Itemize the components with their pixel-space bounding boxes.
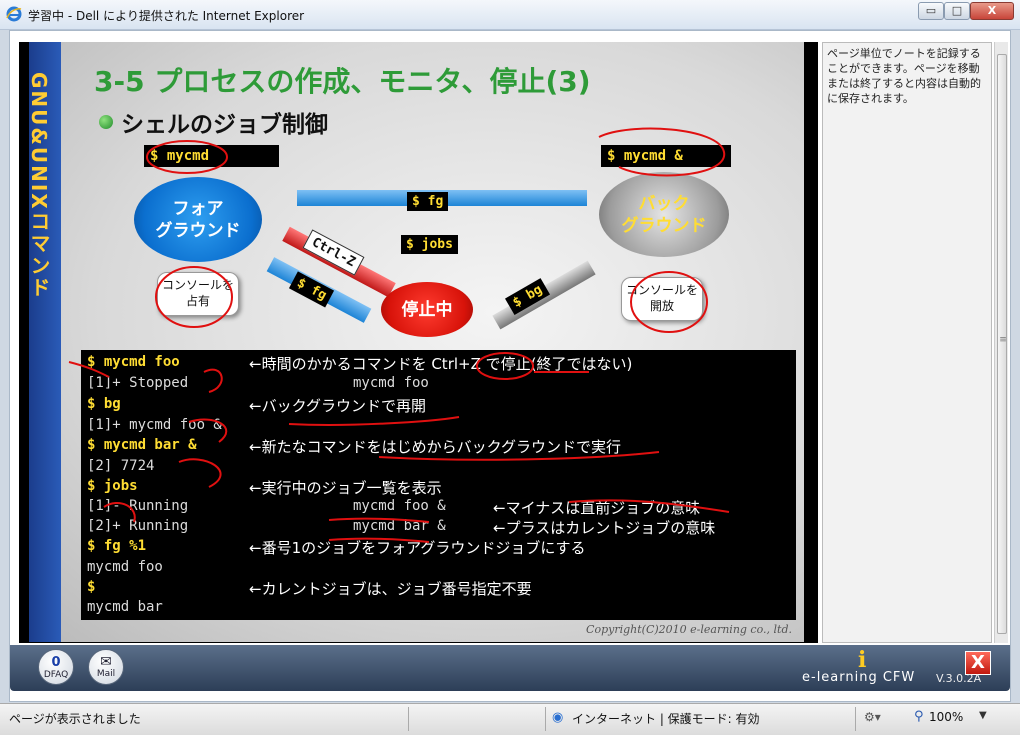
cloud-bg-line2: グラウンド — [621, 215, 707, 236]
mail-label: Mail — [96, 669, 116, 679]
notes-text: ページ単位でノートを記録することができます。ページを移動または終了すると内容は自… — [827, 47, 981, 105]
terminal-line: mycmd bar — [87, 599, 163, 615]
notes-panel[interactable]: ページ単位でノートを記録することができます。ページを移動または終了すると内容は自… — [822, 42, 992, 643]
cmd-foreground: $ mycmd — [144, 145, 279, 167]
browser-window: 学習中 - Dell により提供された Internet Explorer ▭ … — [0, 0, 1020, 735]
terminal-line: [1]- Running — [87, 498, 189, 514]
cloud-background: バック グラウンド — [599, 172, 729, 257]
version-label: V.3.0.2A — [936, 672, 982, 685]
terminal-explanation: ←マイナスは直前ジョブの意味 — [493, 499, 701, 517]
terminal-explanation: ←新たなコマンドをはじめからバックグラウンドで実行 — [249, 438, 621, 456]
player-toolbar: 0 DFAQ ✉ Mail i e-learning CFW X V.3.0.2… — [10, 645, 1010, 691]
note-fg-line2: 占有 — [185, 294, 210, 308]
mail-icon: ✉ — [100, 654, 112, 670]
terminal-explanation: ←プラスはカレントジョブの意味 — [493, 519, 716, 537]
terminal-line: $ mycmd foo — [87, 354, 180, 370]
status-divider — [855, 707, 856, 731]
terminal-line: [2]+ Running — [87, 518, 189, 534]
maximize-icon: □ — [951, 4, 963, 17]
grip-icon: ≡ — [999, 335, 1007, 345]
brand-label: e-learning CFW — [802, 670, 916, 685]
lecture-video[interactable]: GNU&UNIXコマンド 3-5 プロセスの作成、モニタ、停止(3) シェルのジ… — [19, 42, 818, 643]
chevron-down-icon[interactable]: ▼ — [979, 710, 987, 721]
notes-scrollbar[interactable]: ≡ — [994, 42, 1008, 643]
terminal-line: mycmd foo & — [353, 498, 446, 514]
terminal-line: [1]+ Stopped — [87, 375, 189, 391]
terminal-line: $ jobs — [87, 478, 138, 494]
dfaq-count: 0 — [51, 655, 61, 670]
slide-sidebar: GNU&UNIXコマンド — [27, 42, 61, 642]
terminal-line: [1]+ mycmd foo & — [87, 417, 222, 433]
protected-mode-icon[interactable]: ⚙▾ — [864, 710, 881, 724]
status-text: ページが表示されました — [9, 712, 141, 726]
copyright: Copyright(C)2010 e-learning co., ltd. — [586, 623, 792, 636]
cloud-fg-line1: フォア — [172, 198, 224, 219]
cloud-fg-line2: グラウンド — [155, 220, 241, 241]
terminal-explanation: ←番号1のジョブをフォアグラウンドジョブにする — [249, 539, 586, 557]
minimize-button[interactable]: ▭ — [918, 2, 944, 20]
terminal-line: $ bg — [87, 396, 121, 412]
terminal-line: mycmd bar & — [353, 518, 446, 534]
minimize-icon: ▭ — [925, 4, 937, 17]
slide-title: 3-5 プロセスの作成、モニタ、停止(3) — [94, 65, 591, 98]
note-bg-line1: コンソールを — [625, 283, 698, 297]
terminal-explanation: ←実行中のジョブ一覧を表示 — [249, 479, 442, 497]
terminal-example: $ mycmd foo [1]+ Stopped mycmd foo $ bg … — [81, 350, 796, 620]
title-bar: 学習中 - Dell により提供された Internet Explorer ▭ … — [0, 0, 1020, 30]
tag-jobs: $ jobs — [401, 235, 458, 254]
scrollbar-thumb[interactable]: ≡ — [997, 54, 1007, 634]
internet-explorer-icon — [6, 6, 22, 22]
close-button[interactable]: X — [970, 2, 1014, 20]
lecture-slide: GNU&UNIXコマンド 3-5 プロセスの作成、モニタ、停止(3) シェルのジ… — [27, 42, 804, 642]
terminal-line: [2] 7724 — [87, 458, 155, 474]
status-divider — [408, 707, 409, 731]
terminal-line: $ mycmd bar & — [87, 437, 197, 453]
tag-ctrlz: Ctrl-Z — [302, 229, 365, 276]
terminal-line: $ fg %1 — [87, 538, 147, 554]
mail-button[interactable]: ✉ Mail — [88, 649, 124, 685]
magnifier-icon: ⚲ — [914, 709, 924, 724]
dfaq-label: DFAQ — [43, 670, 69, 680]
terminal-line: mycmd foo — [87, 559, 163, 575]
cloud-stopped-label: 停止中 — [401, 299, 453, 320]
terminal-explanation: ←時間のかかるコマンドを Ctrl+Z で停止(終了ではない) — [249, 355, 633, 373]
cmd-background: $ mycmd & — [601, 145, 731, 167]
content-frame: GNU&UNIXコマンド 3-5 プロセスの作成、モニタ、停止(3) シェルのジ… — [9, 30, 1011, 702]
cloud-foreground: フォア グラウンド — [134, 177, 262, 262]
terminal-line: mycmd foo — [353, 375, 429, 391]
tag-fg-top: $ fg — [407, 192, 449, 211]
sidebar-text: GNU&UNIXコマンド — [27, 72, 51, 299]
security-zone[interactable]: インターネット | 保護モード: 有効 — [572, 710, 760, 727]
terminal-line: $ — [87, 579, 96, 595]
note-fg-line1: コンソールを — [161, 278, 234, 292]
note-background: コンソールを 開放 — [621, 277, 703, 321]
cloud-bg-line1: バック — [638, 193, 690, 214]
bullet-icon — [99, 115, 113, 129]
globe-icon: ◉ — [552, 710, 564, 725]
cloud-stopped: 停止中 — [381, 282, 473, 337]
note-foreground: コンソールを 占有 — [157, 272, 239, 316]
status-divider — [545, 707, 546, 731]
terminal-explanation: ←カレントジョブは、ジョブ番号指定不要 — [249, 580, 532, 598]
status-bar: ページが表示されました ◉ インターネット | 保護モード: 有効 ⚙▾ ⚲ 1… — [0, 703, 1020, 735]
close-icon: X — [987, 4, 997, 17]
window-title: 学習中 - Dell により提供された Internet Explorer — [28, 9, 305, 23]
slide-subtitle: シェルのジョブ制御 — [121, 112, 328, 138]
terminal-explanation: ←バックグラウンドで再開 — [249, 397, 426, 415]
zoom-level[interactable]: 100% — [929, 710, 963, 724]
dfaq-button[interactable]: 0 DFAQ — [38, 649, 74, 685]
note-bg-line2: 開放 — [649, 299, 674, 313]
maximize-button[interactable]: □ — [944, 2, 970, 20]
